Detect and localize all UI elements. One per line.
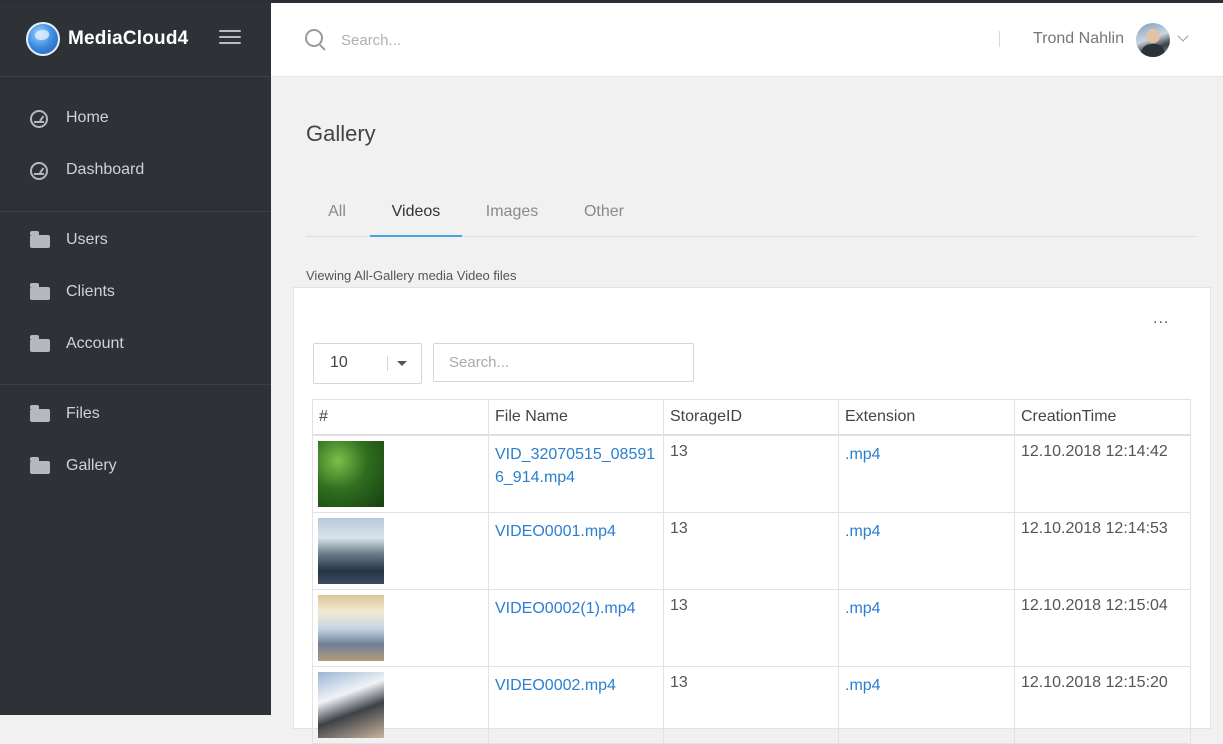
extension-link[interactable]: .mp4 xyxy=(845,523,881,540)
extension-cell: .mp4 xyxy=(838,588,1015,667)
media-table-card: ... 10 # File Name StorageID Extension C… xyxy=(293,287,1211,744)
page-length-value: 10 xyxy=(330,354,348,371)
file-name-link[interactable]: VIDEO0001.mp4 xyxy=(495,523,616,540)
video-thumbnail[interactable] xyxy=(318,594,384,661)
folder-icon xyxy=(30,283,50,300)
extension-cell: .mp4 xyxy=(838,665,1015,744)
file-name-cell: VID_32070515_085916_914.mp4 xyxy=(488,434,664,513)
creation-time-cell: 12.10.2018 12:15:04 xyxy=(1014,588,1191,667)
sidebar-item-gallery[interactable]: Gallery xyxy=(0,441,271,493)
table-row: VIDEO0002.mp4 13 .mp4 12.10.2018 12:15:2… xyxy=(312,665,1191,744)
extension-link[interactable]: .mp4 xyxy=(845,677,881,694)
table-row: VID_32070515_085916_914.mp4 13 .mp4 12.1… xyxy=(312,434,1191,513)
more-options-icon[interactable]: ... xyxy=(1153,310,1169,328)
gauge-icon xyxy=(30,110,48,128)
sidebar-item-label: Gallery xyxy=(66,457,117,474)
file-name-cell: VIDEO0001.mp4 xyxy=(488,511,664,590)
thumbnail-cell xyxy=(312,588,489,667)
sidebar-item-label: Dashboard xyxy=(66,161,145,178)
column-header-extension[interactable]: Extension xyxy=(838,399,1015,436)
user-name[interactable]: Trond Nahlin xyxy=(1033,30,1124,48)
sidebar-item-files[interactable]: Files xyxy=(0,389,271,441)
media-table: # File Name StorageID Extension Creation… xyxy=(312,399,1191,744)
sidebar-item-clients[interactable]: Clients xyxy=(0,267,271,319)
folder-icon xyxy=(30,335,50,352)
folder-icon xyxy=(30,457,50,474)
globe-logo-icon xyxy=(26,22,60,56)
brand: MediaCloud4 xyxy=(0,0,271,77)
video-thumbnail[interactable] xyxy=(318,517,384,584)
chevron-down-icon[interactable] xyxy=(1177,30,1189,42)
sidebar-item-users[interactable]: Users xyxy=(0,215,271,267)
header-divider xyxy=(999,31,1000,47)
table-search-input[interactable] xyxy=(433,343,694,382)
storage-id-cell: 13 xyxy=(663,665,839,744)
gauge-icon xyxy=(30,162,48,180)
table-header-row: # File Name StorageID Extension Creation… xyxy=(312,399,1191,436)
nav-group-main: Home Dashboard xyxy=(0,93,271,212)
folder-icon xyxy=(30,405,50,422)
extension-cell: .mp4 xyxy=(838,511,1015,590)
sidebar-item-label: Files xyxy=(66,405,100,422)
nav-group-media: Files Gallery xyxy=(0,389,271,493)
sidebar: MediaCloud4 Home Dashboard Users Clients… xyxy=(0,0,271,715)
nav-group-admin: Users Clients Account xyxy=(0,215,271,385)
sidebar-item-dashboard[interactable]: Dashboard xyxy=(0,145,271,197)
sidebar-item-label: Users xyxy=(66,231,108,248)
top-border xyxy=(0,0,1223,3)
file-name-link[interactable]: VIDEO0002.mp4 xyxy=(495,677,616,694)
creation-time-cell: 12.10.2018 12:15:20 xyxy=(1014,665,1191,744)
video-thumbnail[interactable] xyxy=(318,671,384,738)
caret-down-icon xyxy=(397,361,407,366)
storage-id-cell: 13 xyxy=(663,588,839,667)
page-title: Gallery xyxy=(306,121,376,146)
tab-bar: All Videos Images Other xyxy=(306,190,1196,237)
creation-time-cell: 12.10.2018 12:14:42 xyxy=(1014,434,1191,513)
table-row: VIDEO0002(1).mp4 13 .mp4 12.10.2018 12:1… xyxy=(312,588,1191,667)
top-header: Trond Nahlin xyxy=(271,3,1223,77)
extension-link[interactable]: .mp4 xyxy=(845,600,881,617)
file-name-cell: VIDEO0002(1).mp4 xyxy=(488,588,664,667)
storage-id-cell: 13 xyxy=(663,511,839,590)
tab-other[interactable]: Other xyxy=(578,190,630,235)
thumbnail-cell xyxy=(312,511,489,590)
sidebar-item-home[interactable]: Home xyxy=(0,93,271,145)
file-name-link[interactable]: VID_32070515_085916_914.mp4 xyxy=(495,446,655,486)
sidebar-item-account[interactable]: Account xyxy=(0,319,271,371)
page-length-select[interactable]: 10 xyxy=(313,343,422,384)
column-header-creation-time[interactable]: CreationTime xyxy=(1014,399,1191,436)
column-header-storage-id[interactable]: StorageID xyxy=(663,399,839,436)
column-header-index[interactable]: # xyxy=(312,399,489,436)
global-search-input[interactable] xyxy=(339,25,843,55)
creation-time-cell: 12.10.2018 12:14:53 xyxy=(1014,511,1191,590)
avatar[interactable] xyxy=(1136,23,1170,57)
video-thumbnail[interactable] xyxy=(318,441,384,507)
search-icon xyxy=(305,29,323,47)
sidebar-item-label: Clients xyxy=(66,283,115,300)
thumbnail-cell xyxy=(312,434,489,513)
tab-videos[interactable]: Videos xyxy=(370,190,462,237)
app-name: MediaCloud4 xyxy=(68,28,189,49)
file-name-link[interactable]: VIDEO0002(1).mp4 xyxy=(495,600,636,617)
table-row: VIDEO0001.mp4 13 .mp4 12.10.2018 12:14:5… xyxy=(312,511,1191,590)
tab-all[interactable]: All xyxy=(320,190,354,235)
sidebar-item-label: Home xyxy=(66,109,109,126)
storage-id-cell: 13 xyxy=(663,434,839,513)
extension-link[interactable]: .mp4 xyxy=(845,446,881,463)
extension-cell: .mp4 xyxy=(838,434,1015,513)
gallery-description: Viewing All-Gallery media Video files xyxy=(306,268,517,283)
thumbnail-cell xyxy=(312,665,489,744)
folder-icon xyxy=(30,231,50,248)
column-header-file-name[interactable]: File Name xyxy=(488,399,664,436)
tab-images[interactable]: Images xyxy=(480,190,544,235)
menu-toggle-icon[interactable] xyxy=(219,30,241,46)
select-divider xyxy=(387,356,388,371)
file-name-cell: VIDEO0002.mp4 xyxy=(488,665,664,744)
sidebar-item-label: Account xyxy=(66,335,124,352)
